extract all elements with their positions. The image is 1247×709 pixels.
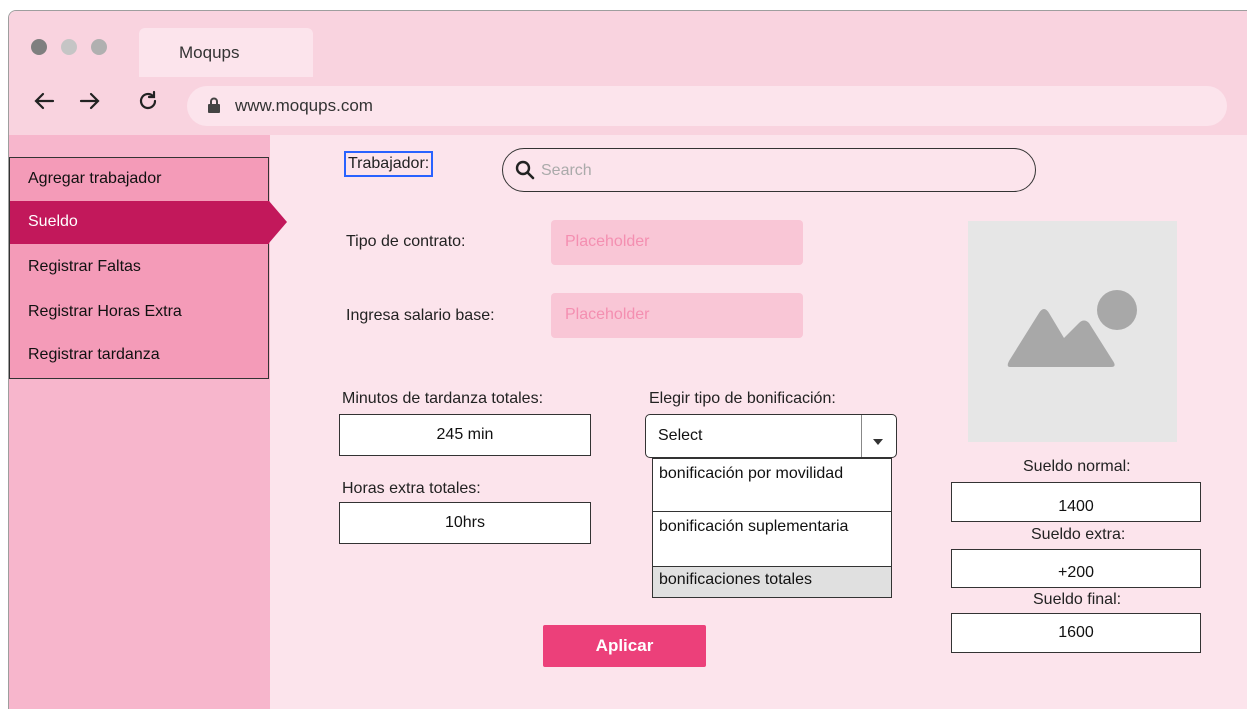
placeholder-text: Placeholder — [565, 233, 650, 250]
salario-base-label: Ingresa salario base: — [346, 307, 495, 324]
select-value: Select — [658, 427, 703, 444]
horas-extra-label: Horas extra totales: — [342, 480, 481, 497]
apply-button[interactable]: Aplicar — [543, 625, 706, 667]
address-bar: www.moqups.com — [9, 77, 1247, 135]
image-icon — [1006, 283, 1138, 378]
bonificacion-options-list: bonificación por movilidad bonificación … — [652, 458, 892, 598]
sidebar-item-registrar-faltas[interactable]: Registrar Faltas — [10, 246, 269, 289]
sidebar-item-label: Registrar tardanza — [28, 346, 160, 363]
active-arrow-indicator — [269, 201, 287, 243]
sueldo-normal-label: Sueldo normal: — [1023, 458, 1131, 475]
sidebar-item-label: Agregar trabajador — [28, 170, 162, 187]
forward-arrow-icon[interactable] — [79, 89, 101, 121]
reload-icon[interactable] — [137, 89, 159, 121]
option-bonificacion-suplementaria[interactable]: bonificación suplementaria — [653, 512, 891, 567]
tipo-contrato-label: Tipo de contrato: — [346, 233, 466, 250]
back-arrow-icon[interactable] — [33, 89, 55, 121]
sueldo-final-label: Sueldo final: — [1033, 591, 1122, 608]
window-minimize-dot[interactable] — [61, 39, 77, 55]
sidebar-menu: Agregar trabajador Sueldo Registrar Falt… — [9, 157, 287, 379]
sueldo-normal-value: 1400 — [951, 482, 1201, 522]
browser-tab[interactable]: Moqups — [139, 28, 313, 77]
sueldo-final-value: 1600 — [951, 613, 1201, 653]
browser-window: Moqups www.moqups.com Agregar trabajador… — [8, 10, 1247, 709]
sidebar-item-label: Registrar Horas Extra — [28, 303, 182, 320]
tardanza-label: Minutos de tardanza totales: — [342, 390, 544, 407]
search-icon — [515, 160, 535, 185]
sidebar-item-registrar-horas-extra[interactable]: Registrar Horas Extra — [10, 291, 269, 334]
sidebar-item-label: Sueldo — [28, 213, 78, 230]
option-bonificacion-movilidad[interactable]: bonificación por movilidad — [653, 459, 891, 512]
caret-down-icon — [873, 432, 883, 450]
url-bar[interactable]: www.moqups.com — [187, 86, 1227, 126]
sidebar-item-label: Registrar Faltas — [28, 258, 141, 275]
tab-title: Moqups — [179, 43, 240, 62]
sidebar: Agregar trabajador Sueldo Registrar Falt… — [9, 135, 287, 709]
title-bar: Moqups — [9, 11, 1247, 77]
window-maximize-dot[interactable] — [91, 39, 107, 55]
trabajador-label: Trabajador: — [344, 151, 434, 177]
salario-base-input[interactable]: Placeholder — [551, 293, 803, 338]
url-text: www.moqups.com — [235, 96, 373, 115]
bonificacion-select[interactable]: Select — [645, 414, 897, 458]
bonificacion-label: Elegir tipo de bonificación: — [649, 390, 836, 407]
window-close-dot[interactable] — [31, 39, 47, 55]
sidebar-item-agregar-trabajador[interactable]: Agregar trabajador — [10, 158, 269, 201]
placeholder-text: Placeholder — [565, 306, 650, 323]
sueldo-extra-label: Sueldo extra: — [1031, 526, 1126, 543]
option-bonificaciones-totales[interactable]: bonificaciones totales — [653, 567, 891, 597]
sidebar-item-sueldo[interactable]: Sueldo — [10, 201, 287, 244]
search-box[interactable] — [502, 148, 1036, 192]
horas-extra-value-field[interactable]: 10hrs — [339, 502, 591, 544]
dropdown-button[interactable] — [861, 415, 896, 457]
tipo-contrato-input[interactable]: Placeholder — [551, 220, 803, 265]
lock-icon — [207, 97, 221, 118]
search-input[interactable] — [539, 157, 1013, 185]
tardanza-value-field[interactable]: 245 min — [339, 414, 591, 456]
sidebar-item-registrar-tardanza[interactable]: Registrar tardanza — [10, 334, 269, 377]
sueldo-extra-value: +200 — [951, 549, 1201, 588]
image-placeholder — [968, 221, 1177, 442]
